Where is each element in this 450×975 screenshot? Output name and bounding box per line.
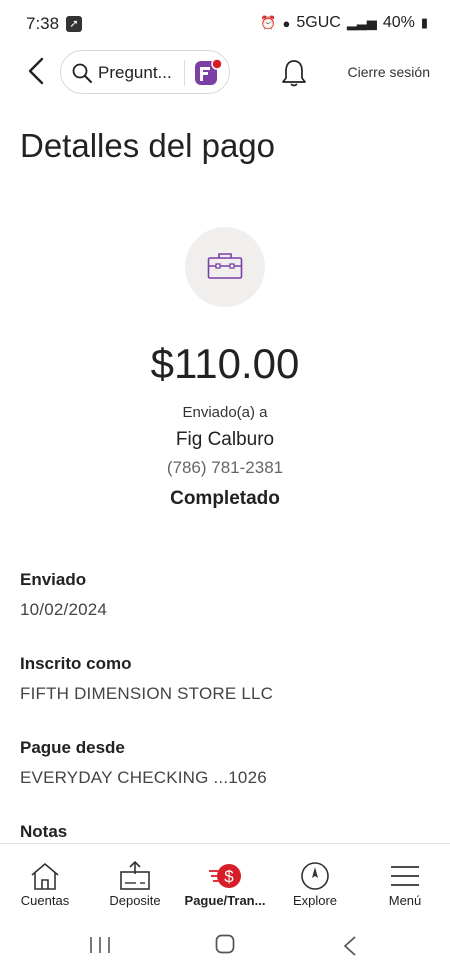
nav-menu[interactable]: Menú [360, 844, 450, 916]
nav-explore[interactable]: Explore [270, 844, 360, 916]
nav-deposit-label: Deposite [109, 893, 161, 908]
payee-name: Fig Calburo [175, 429, 275, 450]
alarm-icon: ⏰ [260, 15, 277, 30]
battery-icon: ▮ [420, 15, 428, 30]
system-nav-bar [0, 915, 450, 975]
signal-icon: ▂▃▅ [346, 15, 377, 30]
deposit-icon [120, 860, 150, 890]
notifications-bell-icon[interactable] [280, 58, 308, 88]
search-box[interactable]: Pregunt... [60, 50, 230, 94]
payment-type-badge [185, 227, 265, 307]
nav-deposit[interactable]: Deposite [90, 844, 180, 916]
back-arrow-icon[interactable] [22, 56, 52, 86]
menu-icon [391, 866, 419, 886]
fargo-assistant-icon[interactable] [192, 56, 224, 88]
payee-phone: (786) 781-2381 [166, 458, 284, 477]
sent-date-label: Enviado [20, 570, 87, 589]
location-icon: ● [282, 15, 291, 31]
search-input[interactable]: Pregunt... [98, 63, 172, 83]
search-divider [184, 60, 185, 86]
compass-icon [301, 862, 329, 890]
home-icon[interactable] [215, 934, 235, 954]
svg-text:$: $ [224, 867, 234, 886]
network-indicator: 5GUC [296, 14, 341, 31]
status-indicators: ⏰ ● 5GUC ▂▃▅ 40% ▮ [260, 14, 428, 32]
sent-to-label: Enviado(a) a [182, 404, 268, 421]
battery-level: 40% [382, 14, 415, 31]
nav-menu-label: Menú [388, 893, 422, 908]
briefcase-icon [207, 253, 243, 279]
bottom-nav: Cuentas Deposite $ Pague/Tran... Explore [0, 843, 450, 916]
status-time: 7:38 [26, 14, 60, 33]
payment-status: Completado [170, 488, 280, 509]
notes-label: Notas [20, 822, 68, 841]
nav-accounts[interactable]: Cuentas [0, 844, 90, 916]
recent-apps-icon[interactable] [88, 936, 112, 954]
pay-from-value: EVERYDAY CHECKING ...1026 [20, 768, 267, 787]
search-icon [72, 63, 92, 83]
pay-transfer-icon: $ [209, 864, 241, 888]
nav-accounts-label: Cuentas [20, 893, 70, 908]
sent-date-value: 10/02/2024 [20, 600, 108, 619]
notification-app-icon: ➚ [66, 16, 82, 32]
enrolled-as-value: FIFTH DIMENSION STORE LLC [20, 684, 274, 703]
pay-from-label: Pague desde [20, 738, 125, 757]
nav-pay-transfer[interactable]: $ Pague/Tran... [180, 844, 270, 916]
page-title: Detalles del pago [20, 127, 276, 164]
status-bar: 7:38 ➚ ⏰ ● 5GUC ▂▃▅ 40% ▮ [0, 0, 450, 46]
nav-pay-transfer-label: Pague/Tran... [184, 893, 266, 908]
top-bar: Pregunt... Cierre sesión [0, 46, 450, 100]
nav-explore-label: Explore [292, 893, 338, 908]
house-icon [31, 863, 59, 890]
logout-link[interactable]: Cierre sesión [348, 64, 430, 80]
system-back-icon[interactable] [343, 936, 357, 956]
enrolled-as-label: Inscrito como [20, 654, 132, 673]
payment-amount: $110.00 [150, 340, 300, 387]
